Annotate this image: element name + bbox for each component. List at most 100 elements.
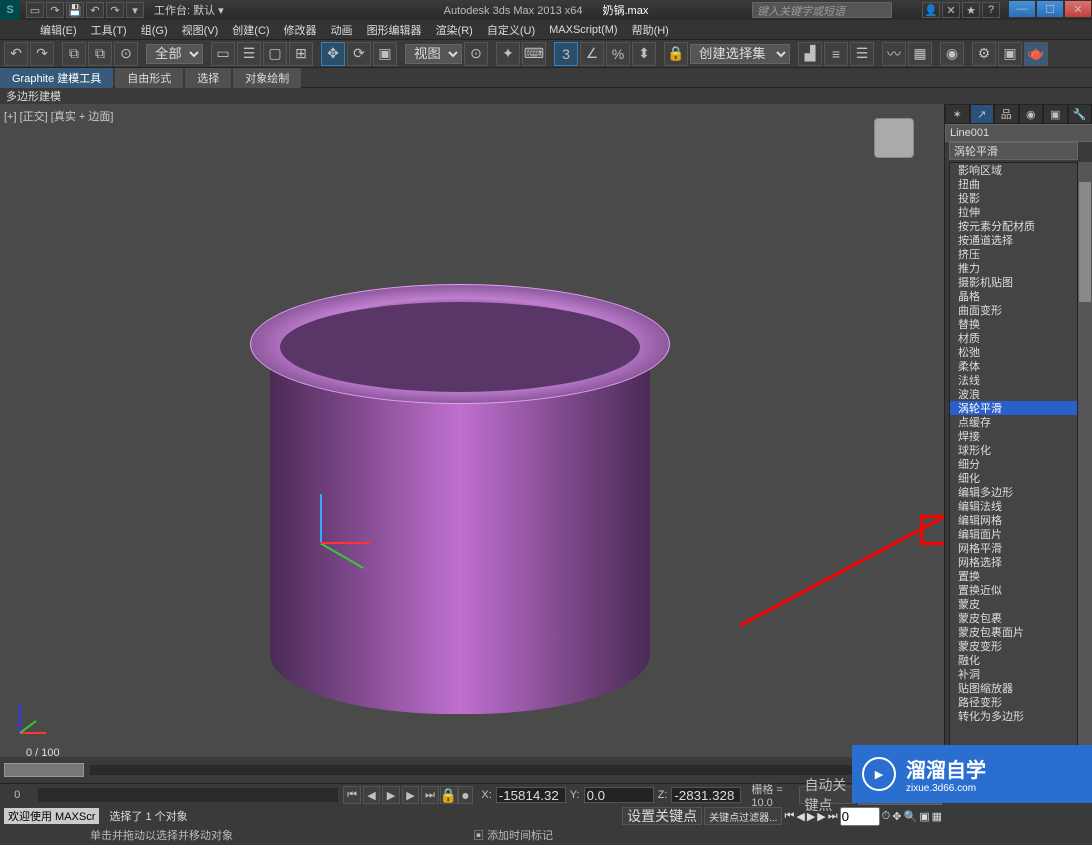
spinner-snap-icon[interactable]: ⬍ <box>632 42 656 66</box>
coord-y[interactable] <box>584 787 654 803</box>
pan-icon[interactable]: ✥ <box>892 810 901 823</box>
display-tab-icon[interactable]: ▣ <box>1043 104 1068 124</box>
bind-icon[interactable]: ⊙ <box>114 42 138 66</box>
modifier-item[interactable]: 编辑法线 <box>950 499 1077 513</box>
modifier-item[interactable]: 法线 <box>950 373 1077 387</box>
render-frame-icon[interactable]: ▣ <box>998 42 1022 66</box>
script-listener[interactable]: 欢迎使用 MAXScr <box>4 808 99 824</box>
workspace-selector[interactable]: 工作台: 默认 ▾ <box>154 2 224 18</box>
hierarchy-tab-icon[interactable]: 品 <box>994 104 1019 124</box>
modifier-item[interactable]: 拉伸 <box>950 205 1077 219</box>
tab-freeform[interactable]: 自由形式 <box>115 68 183 88</box>
set-key-button[interactable]: 设置关键点 <box>622 807 702 825</box>
modifier-item[interactable]: 编辑网格 <box>950 513 1077 527</box>
play-icon[interactable]: ▶ <box>382 786 399 804</box>
auto-key-button[interactable]: 自动关键点 <box>799 786 856 804</box>
render-icon[interactable]: 🫖 <box>1024 42 1048 66</box>
open-icon[interactable]: ↷ <box>46 2 64 18</box>
modifier-item[interactable]: 细分 <box>950 457 1077 471</box>
modifier-item[interactable]: 涡轮平滑 <box>950 401 1077 415</box>
modifier-item[interactable]: 贴图缩放器 <box>950 681 1077 695</box>
max-viewport-icon[interactable]: ▦ <box>932 810 942 823</box>
viewcube[interactable] <box>864 118 924 178</box>
modifier-item[interactable]: 材质 <box>950 331 1077 345</box>
move-icon[interactable]: ✥ <box>321 42 345 66</box>
tab-selection[interactable]: 选择 <box>185 68 231 88</box>
unlink-icon[interactable]: ⧉ <box>88 42 112 66</box>
add-time-tag[interactable]: ▣ 添加时间标记 <box>473 827 553 843</box>
goto-start-icon[interactable]: ⏮ <box>343 786 360 804</box>
modifier-item[interactable]: 松弛 <box>950 345 1077 359</box>
modifier-item[interactable]: 摄影机贴图 <box>950 275 1077 289</box>
menu-create[interactable]: 创建(C) <box>232 22 269 38</box>
menu-maxscript[interactable]: MAXScript(M) <box>549 24 617 36</box>
help-icon[interactable]: ? <box>982 2 1000 18</box>
current-frame-input[interactable] <box>840 807 880 826</box>
menu-group[interactable]: 组(G) <box>141 22 168 38</box>
zoom-extents-icon[interactable]: ▣ <box>919 810 929 823</box>
nav-play-icon[interactable]: ▶ <box>807 810 815 823</box>
key-filters-button[interactable]: 关键点过滤器... <box>704 807 782 825</box>
modifier-item[interactable]: 转化为多边形 <box>950 709 1077 723</box>
create-tab-icon[interactable]: ✶ <box>945 104 970 124</box>
angle-snap-icon[interactable]: ∠ <box>580 42 604 66</box>
menu-tools[interactable]: 工具(T) <box>91 22 127 38</box>
menu-edit[interactable]: 编辑(E) <box>40 22 77 38</box>
nav-prev-icon[interactable]: ◀ <box>796 810 804 823</box>
render-setup-icon[interactable]: ⚙ <box>972 42 996 66</box>
material-editor-icon[interactable]: ◉ <box>940 42 964 66</box>
undo-button[interactable]: ↶ <box>4 42 28 66</box>
modifier-item[interactable]: 网格选择 <box>950 555 1077 569</box>
keyboard-shortcut-icon[interactable]: ⌨ <box>522 42 546 66</box>
redo-button[interactable]: ↷ <box>30 42 54 66</box>
modifier-item[interactable]: 挤压 <box>950 247 1077 261</box>
named-selection-set[interactable]: 创建选择集 <box>690 44 790 64</box>
rotate-icon[interactable]: ⟳ <box>347 42 371 66</box>
utilities-tab-icon[interactable]: 🔧 <box>1068 104 1092 124</box>
save-icon[interactable]: 💾 <box>66 2 84 18</box>
manipulate-icon[interactable]: ✦ <box>496 42 520 66</box>
modifier-item[interactable]: 球形化 <box>950 443 1077 457</box>
minimize-button[interactable]: — <box>1008 0 1036 18</box>
undo-icon[interactable]: ↶ <box>86 2 104 18</box>
lock-icon[interactable]: 🔒 <box>440 786 458 804</box>
polygon-modeling-label[interactable]: 多边形建模 <box>0 88 1092 104</box>
modifier-item[interactable]: 置换近似 <box>950 583 1077 597</box>
align-icon[interactable]: ≡ <box>824 42 848 66</box>
redo-icon[interactable]: ↷ <box>106 2 124 18</box>
curve-editor-icon[interactable]: 〰 <box>882 42 906 66</box>
modifier-item[interactable]: 替换 <box>950 317 1077 331</box>
modifier-item[interactable]: 蒙皮 <box>950 597 1077 611</box>
viewport-label[interactable]: [+] [正交] [真实 + 边面] <box>4 108 113 124</box>
schematic-view-icon[interactable]: ▦ <box>908 42 932 66</box>
select-region-icon[interactable]: ▢ <box>263 42 287 66</box>
layer-icon[interactable]: ☰ <box>850 42 874 66</box>
modifier-item[interactable]: 点缓存 <box>950 415 1077 429</box>
search-input[interactable]: 键入关键字或短语 <box>752 2 892 18</box>
modifier-item[interactable]: 蒙皮包裹面片 <box>950 625 1077 639</box>
menu-rendering[interactable]: 渲染(R) <box>436 22 473 38</box>
select-icon[interactable]: ▭ <box>211 42 235 66</box>
modifier-item[interactable]: 晶格 <box>950 289 1077 303</box>
modifier-item[interactable]: 按元素分配材质 <box>950 219 1077 233</box>
modifier-item[interactable]: 网格平滑 <box>950 541 1077 555</box>
modifier-item[interactable]: 补洞 <box>950 667 1077 681</box>
select-name-icon[interactable]: ☰ <box>237 42 261 66</box>
modifier-item[interactable]: 按通道选择 <box>950 233 1077 247</box>
motion-tab-icon[interactable]: ◉ <box>1019 104 1044 124</box>
next-frame-icon[interactable]: ▶ <box>402 786 419 804</box>
menu-animation[interactable]: 动画 <box>331 22 353 38</box>
key-icon[interactable]: ● <box>458 786 474 804</box>
nav-goto-end-icon[interactable]: ⏭ <box>828 810 838 823</box>
app-logo[interactable]: S <box>0 0 20 20</box>
modifier-item[interactable]: 细化 <box>950 471 1077 485</box>
selection-filter[interactable]: 全部 <box>146 44 203 64</box>
track-bar[interactable] <box>38 788 338 802</box>
percent-snap-icon[interactable]: % <box>606 42 630 66</box>
object-name-input[interactable] <box>945 124 1092 142</box>
zoom-icon[interactable]: 🔍 <box>903 810 917 823</box>
modifier-item[interactable]: 编辑多边形 <box>950 485 1077 499</box>
modifier-item[interactable]: 影响区域 <box>950 163 1077 177</box>
modifier-item[interactable]: 柔体 <box>950 359 1077 373</box>
menu-help[interactable]: 帮助(H) <box>632 22 669 38</box>
